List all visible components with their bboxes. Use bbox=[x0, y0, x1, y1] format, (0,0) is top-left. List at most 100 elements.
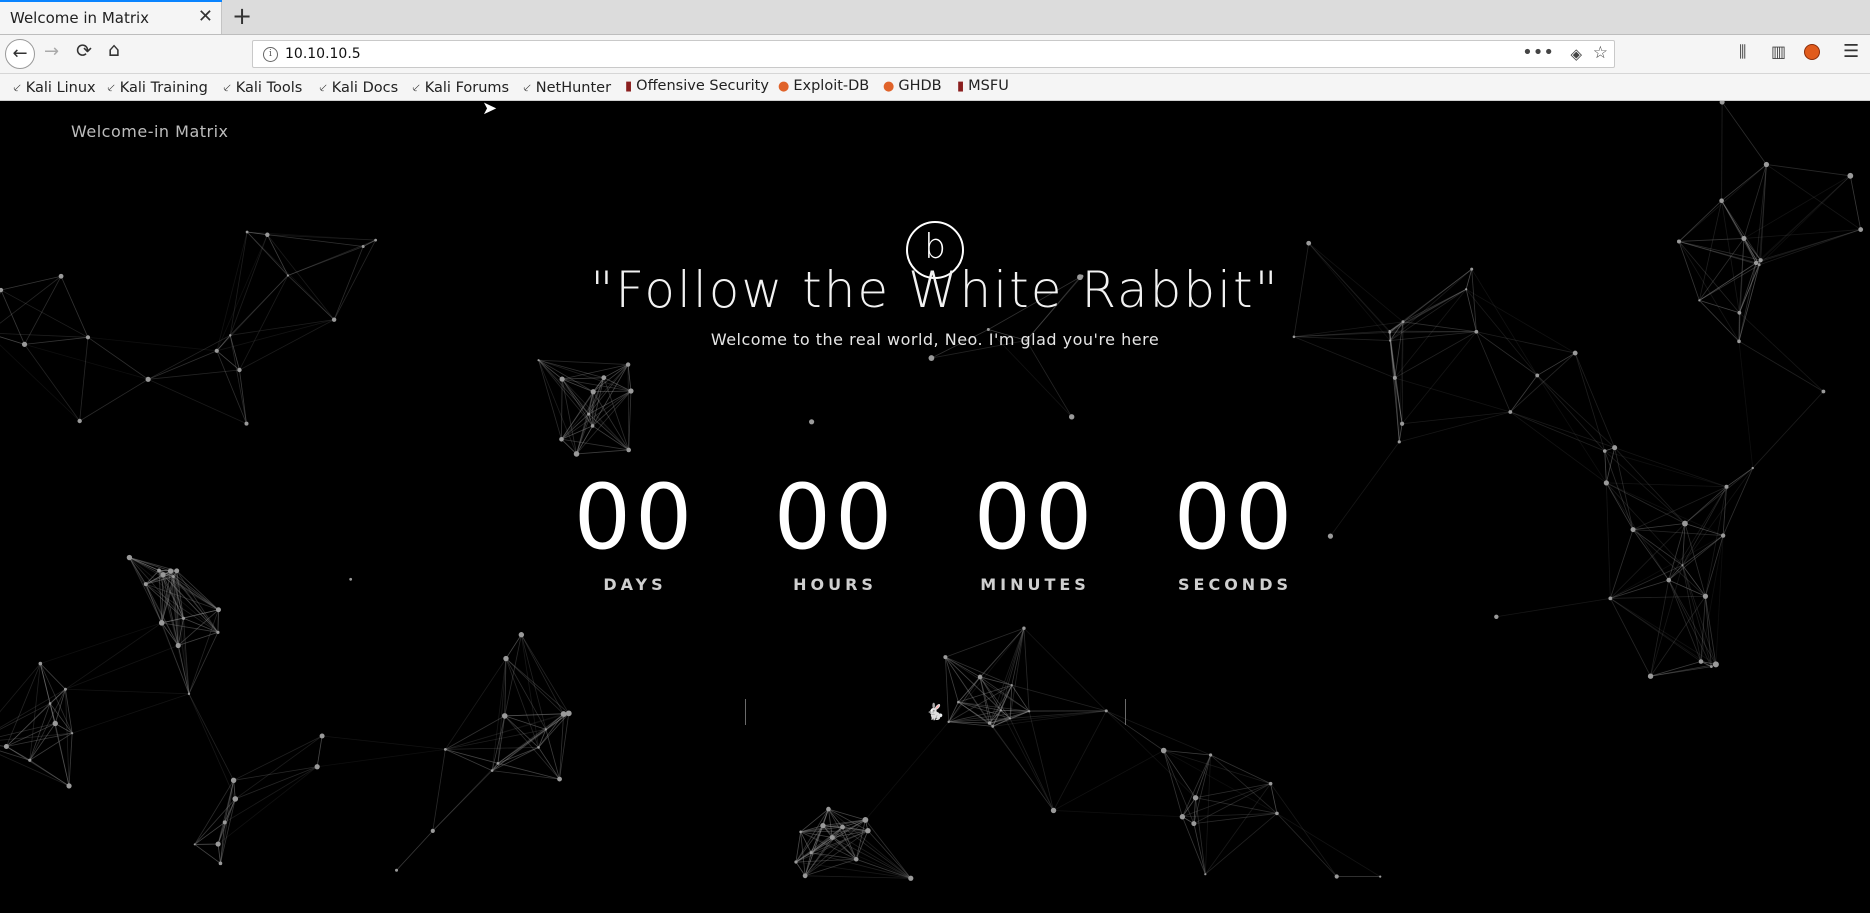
bookmark-label: NetHunter bbox=[535, 80, 612, 96]
network-link bbox=[145, 574, 164, 585]
countdown-days-value: 00 bbox=[573, 465, 697, 570]
network-link bbox=[432, 749, 446, 831]
network-link bbox=[79, 378, 149, 422]
network-node bbox=[865, 828, 871, 834]
bookmark-item[interactable]: ⸔ Kali Linux bbox=[12, 78, 96, 96]
network-link bbox=[492, 770, 560, 780]
network-link bbox=[1106, 710, 1164, 751]
network-node bbox=[1603, 480, 1609, 486]
network-link bbox=[1106, 710, 1211, 756]
url-bar[interactable]: i 10.10.10.5 ••• ◈ ☆ bbox=[252, 40, 1615, 68]
network-link bbox=[992, 726, 1054, 811]
network-node bbox=[1494, 614, 1499, 619]
network-link bbox=[1053, 750, 1164, 811]
network-node bbox=[1676, 239, 1681, 244]
network-node bbox=[977, 674, 983, 680]
bookmark-item[interactable]: ● Exploit-DB bbox=[778, 78, 869, 94]
offsec-icon: ▮ bbox=[957, 79, 965, 94]
bookmark-item[interactable]: ▮ Offensive Security bbox=[625, 78, 769, 94]
home-button[interactable]: ⌂ bbox=[108, 39, 120, 61]
network-node bbox=[215, 607, 221, 613]
network-node bbox=[187, 692, 191, 696]
network-node bbox=[1858, 227, 1864, 232]
network-link bbox=[1632, 523, 1686, 530]
tab-active[interactable]: Welcome in Matrix ✕ bbox=[0, 0, 222, 34]
bookmark-item[interactable]: ● GHDB bbox=[883, 78, 942, 94]
bookmark-item[interactable]: ⸔ Kali Tools bbox=[222, 78, 302, 96]
back-button[interactable]: ← bbox=[5, 39, 35, 69]
bookmark-item[interactable]: ⸔ Kali Training bbox=[106, 78, 208, 96]
hamburger-menu-icon[interactable]: ☰ bbox=[1843, 41, 1859, 62]
forward-button[interactable]: → bbox=[44, 41, 59, 62]
network-node bbox=[1698, 659, 1704, 664]
network-node bbox=[908, 875, 914, 881]
network-link bbox=[576, 377, 605, 455]
site-brand[interactable]: Welcome-in Matrix bbox=[71, 122, 229, 141]
bookmark-item[interactable]: ▮ MSFU bbox=[957, 78, 1009, 94]
network-node bbox=[145, 376, 151, 382]
network-link bbox=[1721, 200, 1762, 261]
library-icon[interactable]: ⫼ bbox=[1739, 42, 1746, 62]
bookmark-item[interactable]: ⸔ Kali Forums bbox=[411, 78, 509, 96]
url-text[interactable]: 10.10.10.5 bbox=[285, 46, 361, 62]
network-link bbox=[1537, 352, 1576, 376]
network-link bbox=[505, 658, 564, 715]
page-subtitle: Welcome to the real world, Neo. I'm glad… bbox=[710, 330, 1160, 349]
network-link bbox=[147, 378, 247, 424]
network-node bbox=[794, 860, 798, 864]
network-node bbox=[63, 687, 67, 691]
network-node bbox=[1630, 527, 1636, 533]
network-link bbox=[247, 231, 364, 247]
reload-button[interactable]: ⟳ bbox=[76, 40, 92, 62]
network-link bbox=[224, 766, 318, 823]
network-node bbox=[1508, 410, 1513, 414]
network-node bbox=[1712, 661, 1719, 668]
network-link bbox=[1000, 710, 1054, 811]
network-link bbox=[316, 735, 323, 767]
bookmark-label: Kali Linux bbox=[25, 80, 96, 96]
network-node bbox=[218, 861, 223, 866]
bookmark-item[interactable]: ⸔ Kali Docs bbox=[318, 78, 398, 96]
network-link bbox=[1028, 711, 1054, 811]
network-node bbox=[862, 817, 869, 823]
network-node bbox=[1104, 709, 1108, 713]
network-link bbox=[538, 360, 577, 455]
site-info-icon[interactable]: i bbox=[263, 47, 278, 62]
network-link bbox=[1610, 598, 1702, 662]
network-node bbox=[826, 806, 831, 812]
pocket-icon[interactable]: ◈ bbox=[1570, 45, 1582, 63]
network-node bbox=[374, 238, 377, 242]
network-link bbox=[1752, 391, 1824, 469]
network-link bbox=[1210, 754, 1271, 785]
network-node bbox=[840, 824, 845, 830]
network-link bbox=[396, 830, 434, 871]
network-link bbox=[233, 766, 318, 781]
network-link bbox=[992, 628, 1025, 727]
network-node bbox=[232, 796, 239, 802]
bookmark-label: Kali Forums bbox=[424, 80, 510, 96]
kali-dragon-icon: ⸔ bbox=[318, 81, 328, 96]
rabbit-icon[interactable]: 🐇 bbox=[924, 701, 946, 723]
network-node bbox=[1027, 710, 1031, 713]
close-tab-icon[interactable]: ✕ bbox=[198, 6, 213, 27]
network-link bbox=[176, 570, 219, 611]
network-link bbox=[1276, 813, 1381, 877]
extension-icon[interactable] bbox=[1804, 44, 1820, 60]
offsec-icon: ▮ bbox=[625, 79, 633, 94]
network-link bbox=[216, 350, 240, 371]
new-tab-button[interactable]: + bbox=[232, 2, 252, 30]
network-node bbox=[174, 568, 180, 574]
network-link bbox=[1163, 750, 1183, 817]
network-node bbox=[1612, 445, 1618, 451]
page-actions-icon[interactable]: ••• bbox=[1522, 42, 1554, 63]
network-node bbox=[943, 655, 948, 660]
network-link bbox=[559, 713, 565, 780]
network-link bbox=[217, 844, 221, 864]
bookmark-star-icon[interactable]: ☆ bbox=[1593, 43, 1608, 63]
network-node bbox=[799, 830, 802, 834]
bookmark-item[interactable]: ⸔ NetHunter bbox=[522, 78, 611, 96]
sidebar-icon[interactable]: ▥ bbox=[1771, 42, 1786, 61]
network-link bbox=[1682, 535, 1724, 566]
network-link bbox=[1510, 352, 1576, 413]
network-node bbox=[1572, 350, 1578, 356]
